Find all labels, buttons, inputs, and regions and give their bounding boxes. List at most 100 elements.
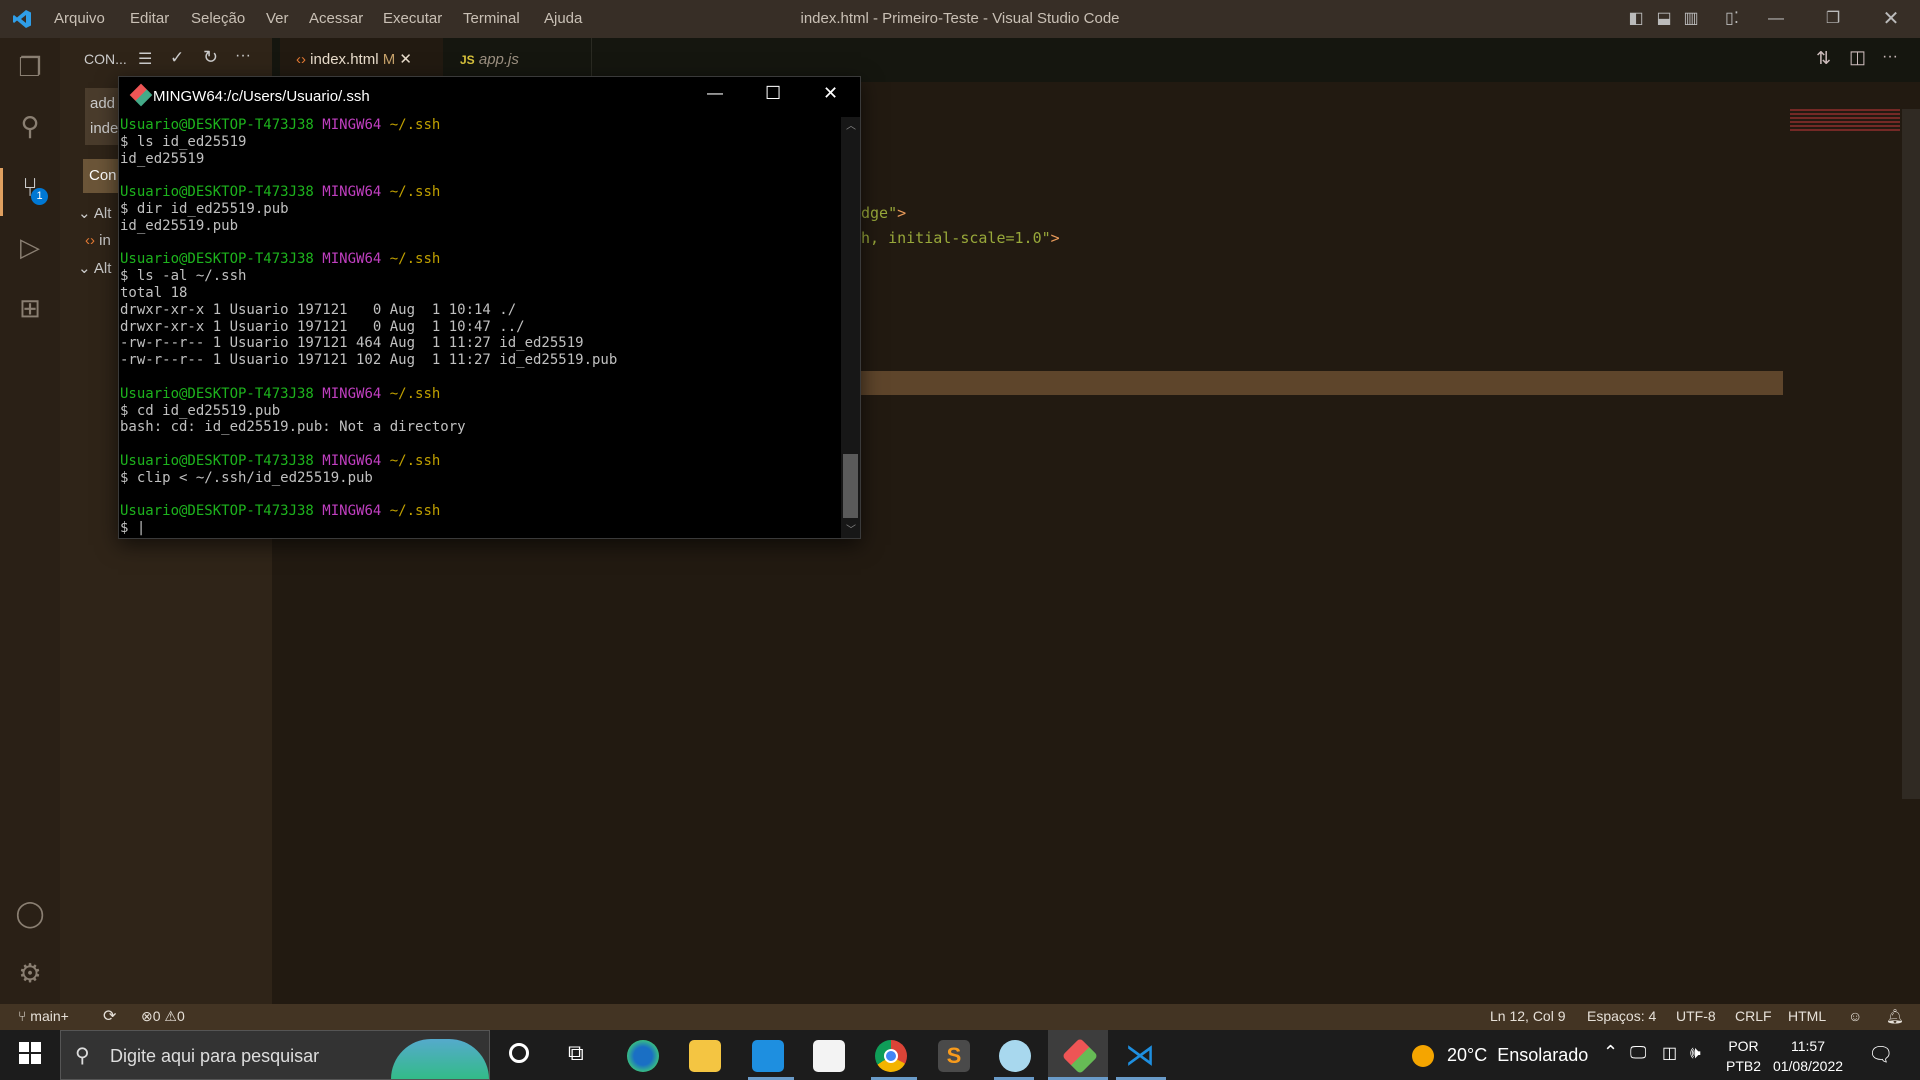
- commit-check-icon[interactable]: ✓: [170, 48, 184, 68]
- html-file-icon: ‹›: [85, 232, 100, 249]
- close-icon[interactable]: ✕: [1880, 8, 1902, 30]
- terminal-maximize-icon[interactable]: ☐: [765, 83, 781, 104]
- volume-icon[interactable]: 🕪︎: [1690, 1043, 1701, 1063]
- minimize-icon[interactable]: —: [1765, 8, 1787, 30]
- mail-icon[interactable]: [752, 1040, 784, 1072]
- toggle-sidebar-icon[interactable]: ◧: [1625, 8, 1647, 30]
- warning-count: 0: [176, 1008, 185, 1024]
- network-icon[interactable]: 🖵︎: [1630, 1043, 1646, 1063]
- tab-label: index.html: [310, 51, 379, 68]
- accounts-icon[interactable]: ◯: [12, 895, 48, 931]
- html-file-icon: ‹›: [296, 51, 306, 68]
- sync-icon[interactable]: ⟳: [103, 1006, 116, 1026]
- terminal-prompt-line: Usuario@DESKTOP-T473J38 MINGW64 ~/.ssh: [120, 386, 841, 403]
- refresh-icon[interactable]: ↻: [203, 47, 218, 68]
- cursor-position[interactable]: Ln 12, Col 9: [1490, 1008, 1566, 1024]
- chevron-down-icon: ⌄: [78, 205, 94, 222]
- windows-start-icon[interactable]: [19, 1042, 41, 1064]
- warning-icon: ⚠: [164, 1008, 177, 1024]
- language-mode[interactable]: HTML: [1788, 1008, 1826, 1024]
- terminal-title: MINGW64:/c/Users/Usuario/.ssh: [153, 88, 370, 105]
- line-highlight: [861, 371, 1783, 395]
- editor-more-icon[interactable]: ···: [1882, 48, 1898, 66]
- cortana-icon[interactable]: [509, 1043, 529, 1063]
- terminal-output-line: id_ed25519: [120, 150, 205, 167]
- toggle-secondary-sidebar-icon[interactable]: ▥: [1680, 8, 1702, 30]
- run-debug-icon[interactable]: ▷: [12, 229, 48, 265]
- view-as-tree-icon[interactable]: ☰: [138, 49, 152, 69]
- terminal-prompt-line: Usuario@DESKTOP-T473J38 MINGW64 ~/.ssh: [120, 453, 841, 470]
- prompt-host: MINGW64: [322, 117, 390, 133]
- settings-gear-icon[interactable]: ⚙: [12, 955, 48, 991]
- terminal-title-bar: MINGW64:/c/Users/Usuario/.ssh — ☐ ✕: [119, 77, 860, 117]
- git-bash-icon: [129, 83, 153, 107]
- weather-text[interactable]: 20°C Ensolarado: [1447, 1045, 1588, 1066]
- search-icon[interactable]: ⚲: [12, 108, 48, 144]
- prompt-path: ~/.ssh: [389, 117, 441, 133]
- vscode-taskbar-icon[interactable]: ⋊: [1124, 1040, 1156, 1072]
- input-language[interactable]: POR PTB2: [1726, 1036, 1761, 1076]
- terminal-close-icon[interactable]: ✕: [823, 83, 838, 104]
- prompt-path: ~/.ssh: [389, 503, 441, 520]
- tree-group-staged[interactable]: ⌄ Alt: [78, 259, 111, 277]
- code-line: h, initial-scale=1.0">: [861, 229, 1060, 247]
- scroll-down-icon[interactable]: ﹀: [846, 521, 856, 536]
- extensions-icon[interactable]: ⊞: [12, 290, 48, 326]
- tab-close-icon[interactable]: ✕: [399, 51, 412, 68]
- terminal-output-line: drwxr-xr-x 1 Usuario 197121 0 Aug 1 10:4…: [120, 318, 525, 335]
- terminal-scrollbar[interactable]: ︿ ﹀: [841, 117, 860, 538]
- file-explorer-icon[interactable]: [689, 1040, 721, 1072]
- title-bar: Arquivo Editar Seleção Ver Acessar Execu…: [0, 0, 1920, 38]
- terminal-minimize-icon[interactable]: —: [707, 85, 723, 103]
- more-actions-icon[interactable]: ···: [235, 47, 251, 65]
- notification-center-icon[interactable]: 🗨︎: [1868, 1042, 1893, 1067]
- terminal-output-line: $ cd id_ed25519.pub: [120, 402, 281, 419]
- tree-file-item[interactable]: ‹› in: [85, 232, 111, 249]
- search-icon: ⚲: [75, 1045, 90, 1067]
- terminal-output-line: bash: cd: id_ed25519.pub: Not a director…: [120, 419, 466, 436]
- weather-sun-icon[interactable]: [1412, 1045, 1434, 1067]
- scroll-thumb[interactable]: [843, 454, 858, 518]
- prompt-user: Usuario@DESKTOP-T473J38: [120, 503, 323, 520]
- indentation[interactable]: Espaços: 4: [1587, 1008, 1656, 1024]
- camera-icon[interactable]: ◫: [1662, 1043, 1677, 1063]
- tree-group-changes[interactable]: ⌄ Alt: [78, 204, 111, 222]
- language-code: POR: [1728, 1038, 1759, 1054]
- toggle-panel-icon[interactable]: ⬓: [1653, 8, 1675, 30]
- terminal-prompt-line: Usuario@DESKTOP-T473J38 MINGW64 ~/.ssh: [120, 184, 841, 201]
- split-editor-icon[interactable]: ◫: [1849, 47, 1866, 68]
- feedback-icon[interactable]: ☺: [1848, 1008, 1862, 1024]
- line-ending[interactable]: CRLF: [1735, 1008, 1772, 1024]
- editor-scrollbar[interactable]: [1902, 109, 1920, 799]
- problems-indicator[interactable]: ⊗0 ⚠0: [141, 1008, 185, 1025]
- restore-icon[interactable]: ❐: [1822, 8, 1844, 30]
- tree-label: in: [99, 232, 111, 249]
- open-changes-icon[interactable]: ⇅: [1816, 48, 1831, 69]
- chrome-icon[interactable]: [875, 1040, 907, 1072]
- terminal-output[interactable]: Usuario@DESKTOP-T473J38 MINGW64 ~/.ssh $ …: [119, 117, 841, 538]
- clock[interactable]: 11:57 01/08/2022: [1770, 1036, 1846, 1076]
- prompt-host: MINGW64: [322, 452, 390, 469]
- terminal-output-line: -rw-r--r-- 1 Usuario 197121 102 Aug 1 11…: [120, 352, 618, 369]
- error-icon: ⊗: [141, 1008, 153, 1024]
- explorer-icon[interactable]: ❐: [12, 49, 48, 85]
- branch-indicator[interactable]: ⑂ main+: [18, 1008, 69, 1024]
- scroll-up-icon[interactable]: ︿: [846, 117, 856, 132]
- sublime-text-icon[interactable]: S: [938, 1040, 970, 1072]
- customize-layout-icon[interactable]: ▯⁚: [1721, 8, 1743, 30]
- paint-icon[interactable]: [999, 1040, 1031, 1072]
- taskbar-search-box[interactable]: ⚲ Digite aqui para pesquisar: [60, 1030, 490, 1080]
- show-hidden-icons-chevron-icon[interactable]: ⌃: [1603, 1042, 1618, 1063]
- minimap[interactable]: [1790, 109, 1900, 131]
- prompt-path: ~/.ssh: [389, 385, 441, 402]
- task-view-icon[interactable]: ⧉: [568, 1040, 584, 1066]
- prompt-path: ~/.ssh: [389, 452, 441, 469]
- windows-taskbar: ⚲ Digite aqui para pesquisar ⧉ S ⋊ 20°C …: [0, 1030, 1920, 1080]
- encoding[interactable]: UTF-8: [1676, 1008, 1716, 1024]
- notifications-bell-icon[interactable]: 🔔︎: [1886, 1008, 1904, 1025]
- edge-icon[interactable]: [627, 1040, 659, 1072]
- error-count: 0: [152, 1008, 161, 1024]
- microsoft-store-icon[interactable]: [813, 1040, 845, 1072]
